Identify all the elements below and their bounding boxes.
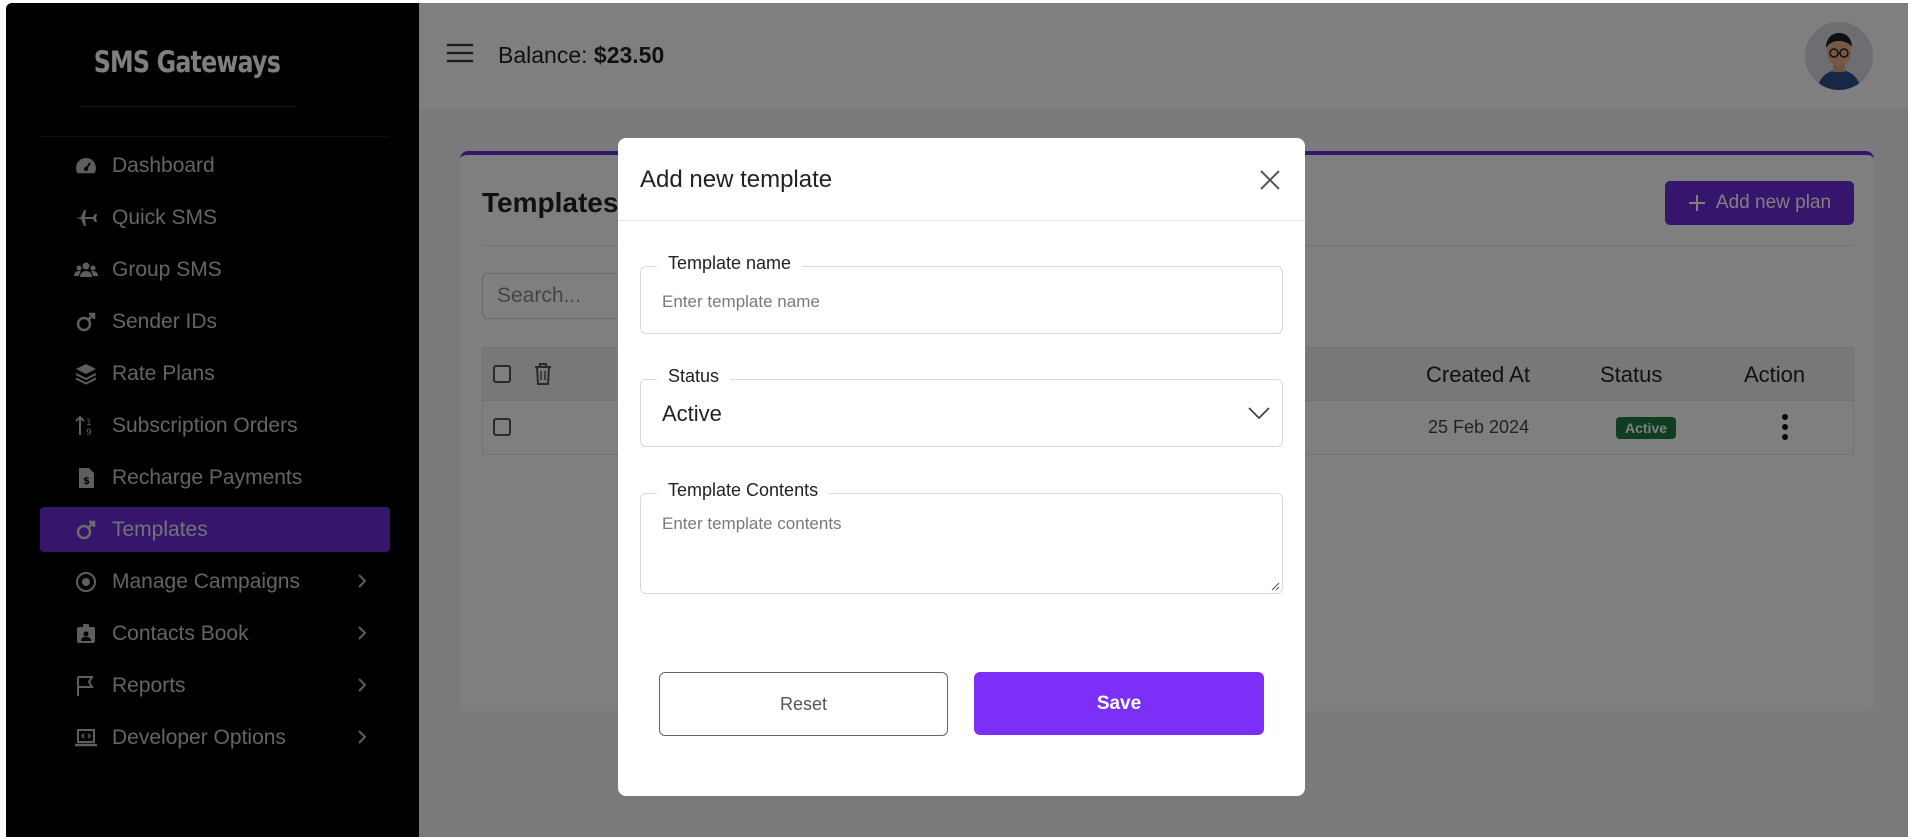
template-name-field[interactable]: Template name Enter template name (640, 253, 1283, 334)
status-value[interactable]: Active (662, 401, 722, 427)
template-name-label: Template name (657, 253, 803, 274)
template-contents-field[interactable]: Template Contents Enter template content… (640, 480, 1283, 594)
template-contents-textarea[interactable]: Enter template contents (662, 514, 842, 534)
reset-button[interactable]: Reset (659, 672, 948, 736)
save-button[interactable]: Save (974, 672, 1264, 735)
add-template-modal: Add new template Template name Enter tem… (618, 138, 1305, 796)
divider (618, 220, 1305, 221)
modal-title: Add new template (640, 166, 833, 193)
status-select[interactable]: Status Active (640, 366, 1283, 447)
template-contents-label: Template Contents (657, 480, 830, 501)
template-name-input[interactable]: Enter template name (662, 292, 820, 312)
close-icon[interactable] (1258, 168, 1282, 192)
status-label: Status (657, 366, 731, 387)
resize-handle-icon[interactable] (1270, 581, 1280, 591)
chevron-down-icon[interactable] (1248, 406, 1270, 420)
